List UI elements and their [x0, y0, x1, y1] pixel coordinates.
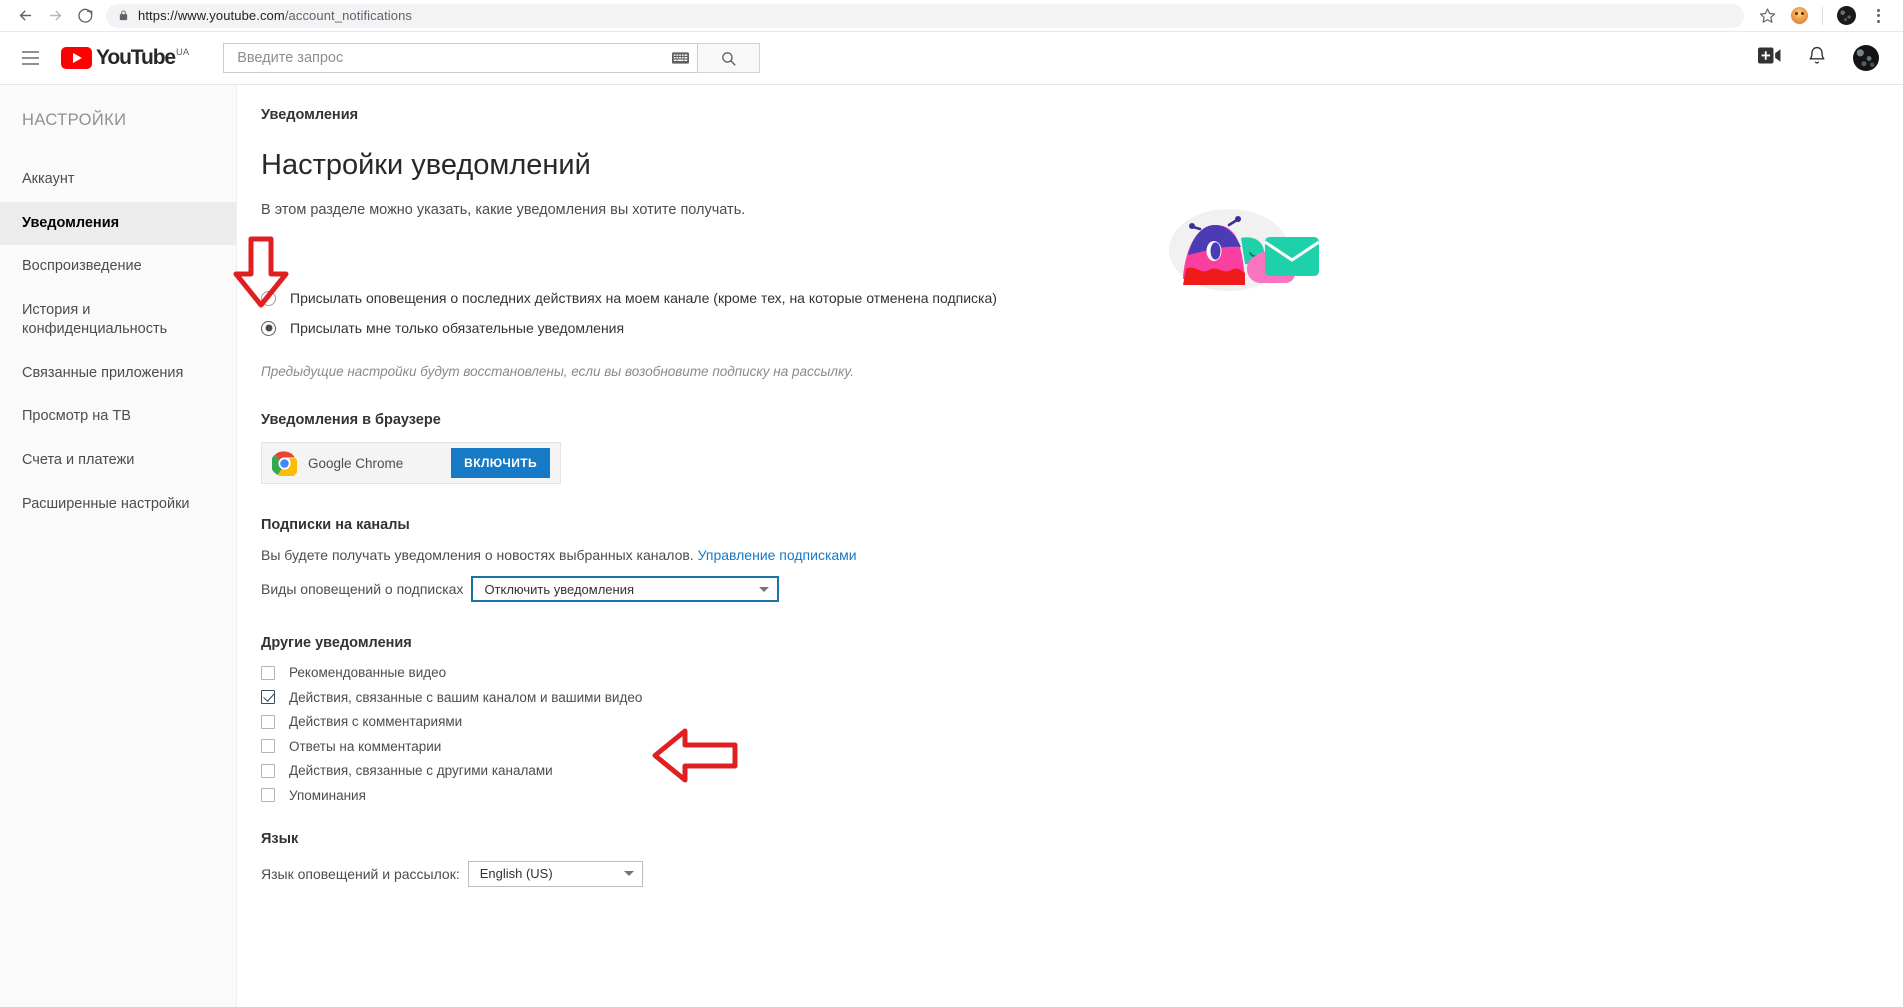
language-dropdown-value: English (US) [479, 866, 553, 881]
checkbox-label: Действия, связанные с другими каналами [289, 763, 553, 778]
checkbox-row-mentions[interactable]: Упоминания [261, 788, 1903, 803]
checkbox-checked[interactable] [261, 690, 275, 704]
youtube-wordmark: YouTube [96, 46, 176, 69]
checkbox-unchecked[interactable] [261, 788, 275, 802]
manage-subscriptions-link[interactable]: Управление подписками [698, 547, 857, 563]
radio-option-required-only[interactable]: Присылать мне только обязательные уведом… [261, 320, 1903, 336]
page-body: НАСТРОЙКИ Аккаунт Уведомления Воспроизве… [0, 85, 1903, 1007]
checkbox-row-recommended-videos[interactable]: Рекомендованные видео [261, 665, 1903, 680]
browser-toolbar: https://www.youtube.com/account_notifica… [0, 0, 1903, 32]
subscriptions-description: Вы будете получать уведомления о новостя… [261, 547, 1903, 563]
checkbox-label: Ответы на комментарии [289, 738, 442, 754]
chevron-down-icon [623, 871, 634, 876]
star-icon[interactable] [1752, 2, 1782, 30]
checkbox-label: Действия с комментариями [289, 714, 463, 729]
masthead-actions [1758, 45, 1887, 71]
subscription-notification-type-dropdown[interactable]: Отключить уведомления [471, 576, 780, 602]
language-select-label: Язык оповещений и рассылок: [261, 865, 460, 882]
youtube-logo[interactable]: YouTube UA [61, 47, 189, 69]
bird-with-envelope-illustration [1157, 207, 1320, 293]
checkbox-row-channel-activity[interactable]: Действия, связанные с вашим каналом и ва… [261, 690, 1903, 705]
three-dot-menu-icon[interactable] [1863, 2, 1893, 30]
search-area [223, 43, 761, 73]
subscription-notification-type-row: Виды оповещений о подписках Отключить ув… [261, 576, 1903, 602]
sidebar-title: НАСТРОЙКИ [22, 111, 127, 129]
enable-browser-notifications-button[interactable]: ВКЛЮЧИТЬ [451, 448, 550, 478]
subscriptions-description-text: Вы будете получать уведомления о новостя… [261, 547, 694, 563]
youtube-play-icon [61, 47, 92, 69]
hamburger-menu-icon[interactable] [22, 51, 39, 65]
checkbox-unchecked[interactable] [261, 763, 275, 778]
browser-notifications-heading: Уведомления в браузере [261, 412, 441, 428]
chrome-logo-icon [270, 450, 299, 478]
search-button[interactable] [698, 43, 761, 73]
page-subtitle: В этом разделе можно указать, какие увед… [261, 202, 746, 218]
profile-avatar-icon[interactable] [1831, 2, 1861, 30]
language-dropdown[interactable]: English (US) [467, 860, 643, 887]
forward-arrow-icon[interactable] [40, 2, 70, 30]
radio-option-label: Присылать оповещения о последних действи… [290, 290, 997, 306]
page-title: Настройки уведомлений [261, 149, 591, 181]
subscription-dropdown-value: Отключить уведомления [484, 581, 635, 597]
checkbox-label: Действия, связанные с вашим каналом и ва… [289, 689, 643, 705]
toolbar-divider [1822, 6, 1823, 25]
browser-toolbar-actions [1752, 2, 1893, 30]
youtube-masthead: YouTube UA [0, 32, 1903, 85]
checkbox-row-other-channels[interactable]: Действия, связанные с другими каналами [261, 763, 1903, 778]
settings-content: Уведомления Настройки уведомлений В этом… [237, 85, 1903, 1007]
address-bar[interactable]: https://www.youtube.com/account_notifica… [106, 3, 1744, 28]
browser-notification-row: Google Chrome ВКЛЮЧИТЬ [261, 442, 561, 484]
reload-icon[interactable] [70, 2, 100, 30]
search-input[interactable] [235, 49, 667, 67]
chevron-down-icon [759, 586, 770, 592]
youtube-country-code: UA [176, 47, 190, 58]
sidebar-item-advanced[interactable]: Расширенные настройки [0, 483, 236, 527]
subscription-select-label: Виды оповещений о подписках [261, 581, 464, 597]
other-notifications-heading: Другие уведомления [261, 635, 412, 651]
checkbox-label: Рекомендованные видео [289, 665, 447, 680]
bell-icon[interactable] [1807, 45, 1827, 71]
checkbox-label: Упоминания [289, 787, 366, 803]
sidebar-item-account[interactable]: Аккаунт [0, 158, 236, 202]
subscriptions-heading: Подписки на каналы [261, 517, 410, 533]
notification-frequency-radio-group: Присылать оповещения о последних действи… [261, 290, 1903, 379]
checkbox-unchecked[interactable] [261, 665, 275, 680]
url-text: https://www.youtube.com/account_notifica… [138, 8, 413, 23]
radio-option-label: Присылать мне только обязательные уведом… [290, 320, 625, 336]
extension-icon[interactable] [1784, 2, 1814, 30]
settings-sidebar: НАСТРОЙКИ Аккаунт Уведомления Воспроизве… [0, 85, 237, 1007]
radio-button-selected[interactable] [261, 320, 276, 336]
browser-name-label: Google Chrome [308, 455, 404, 471]
language-row: Язык оповещений и рассылок: English (US) [261, 860, 1903, 887]
restore-settings-note: Предыдущие настройки будут восстановлены… [261, 364, 855, 379]
back-arrow-icon[interactable] [10, 2, 40, 30]
sidebar-item-connected-apps[interactable]: Связанные приложения [0, 352, 236, 396]
checkbox-row-comment-activity[interactable]: Действия с комментариями [261, 714, 1903, 729]
sidebar-item-billing[interactable]: Счета и платежи [0, 439, 236, 483]
search-field[interactable] [223, 43, 699, 73]
radio-option-all-activity[interactable]: Присылать оповещения о последних действи… [261, 290, 1903, 306]
language-heading: Язык [261, 830, 299, 847]
account-avatar[interactable] [1853, 45, 1879, 71]
checkbox-unchecked[interactable] [261, 739, 275, 753]
checkbox-unchecked[interactable] [261, 714, 275, 729]
checkbox-row-comment-replies[interactable]: Ответы на комментарии [261, 739, 1903, 754]
breadcrumb: Уведомления [261, 107, 359, 123]
sidebar-item-playback[interactable]: Воспроизведение [0, 245, 236, 289]
keyboard-icon[interactable] [672, 52, 690, 64]
sidebar-item-history-privacy[interactable]: История и конфиденциальность [0, 289, 170, 352]
video-camera-plus-icon[interactable] [1758, 47, 1781, 69]
sidebar-item-notifications[interactable]: Уведомления [0, 201, 236, 246]
other-notifications-checkbox-group: Рекомендованные видео Действия, связанны… [261, 665, 1903, 803]
radio-button-unselected[interactable] [261, 290, 276, 306]
lock-icon [118, 9, 129, 22]
sidebar-item-tv[interactable]: Просмотр на ТВ [0, 395, 236, 439]
